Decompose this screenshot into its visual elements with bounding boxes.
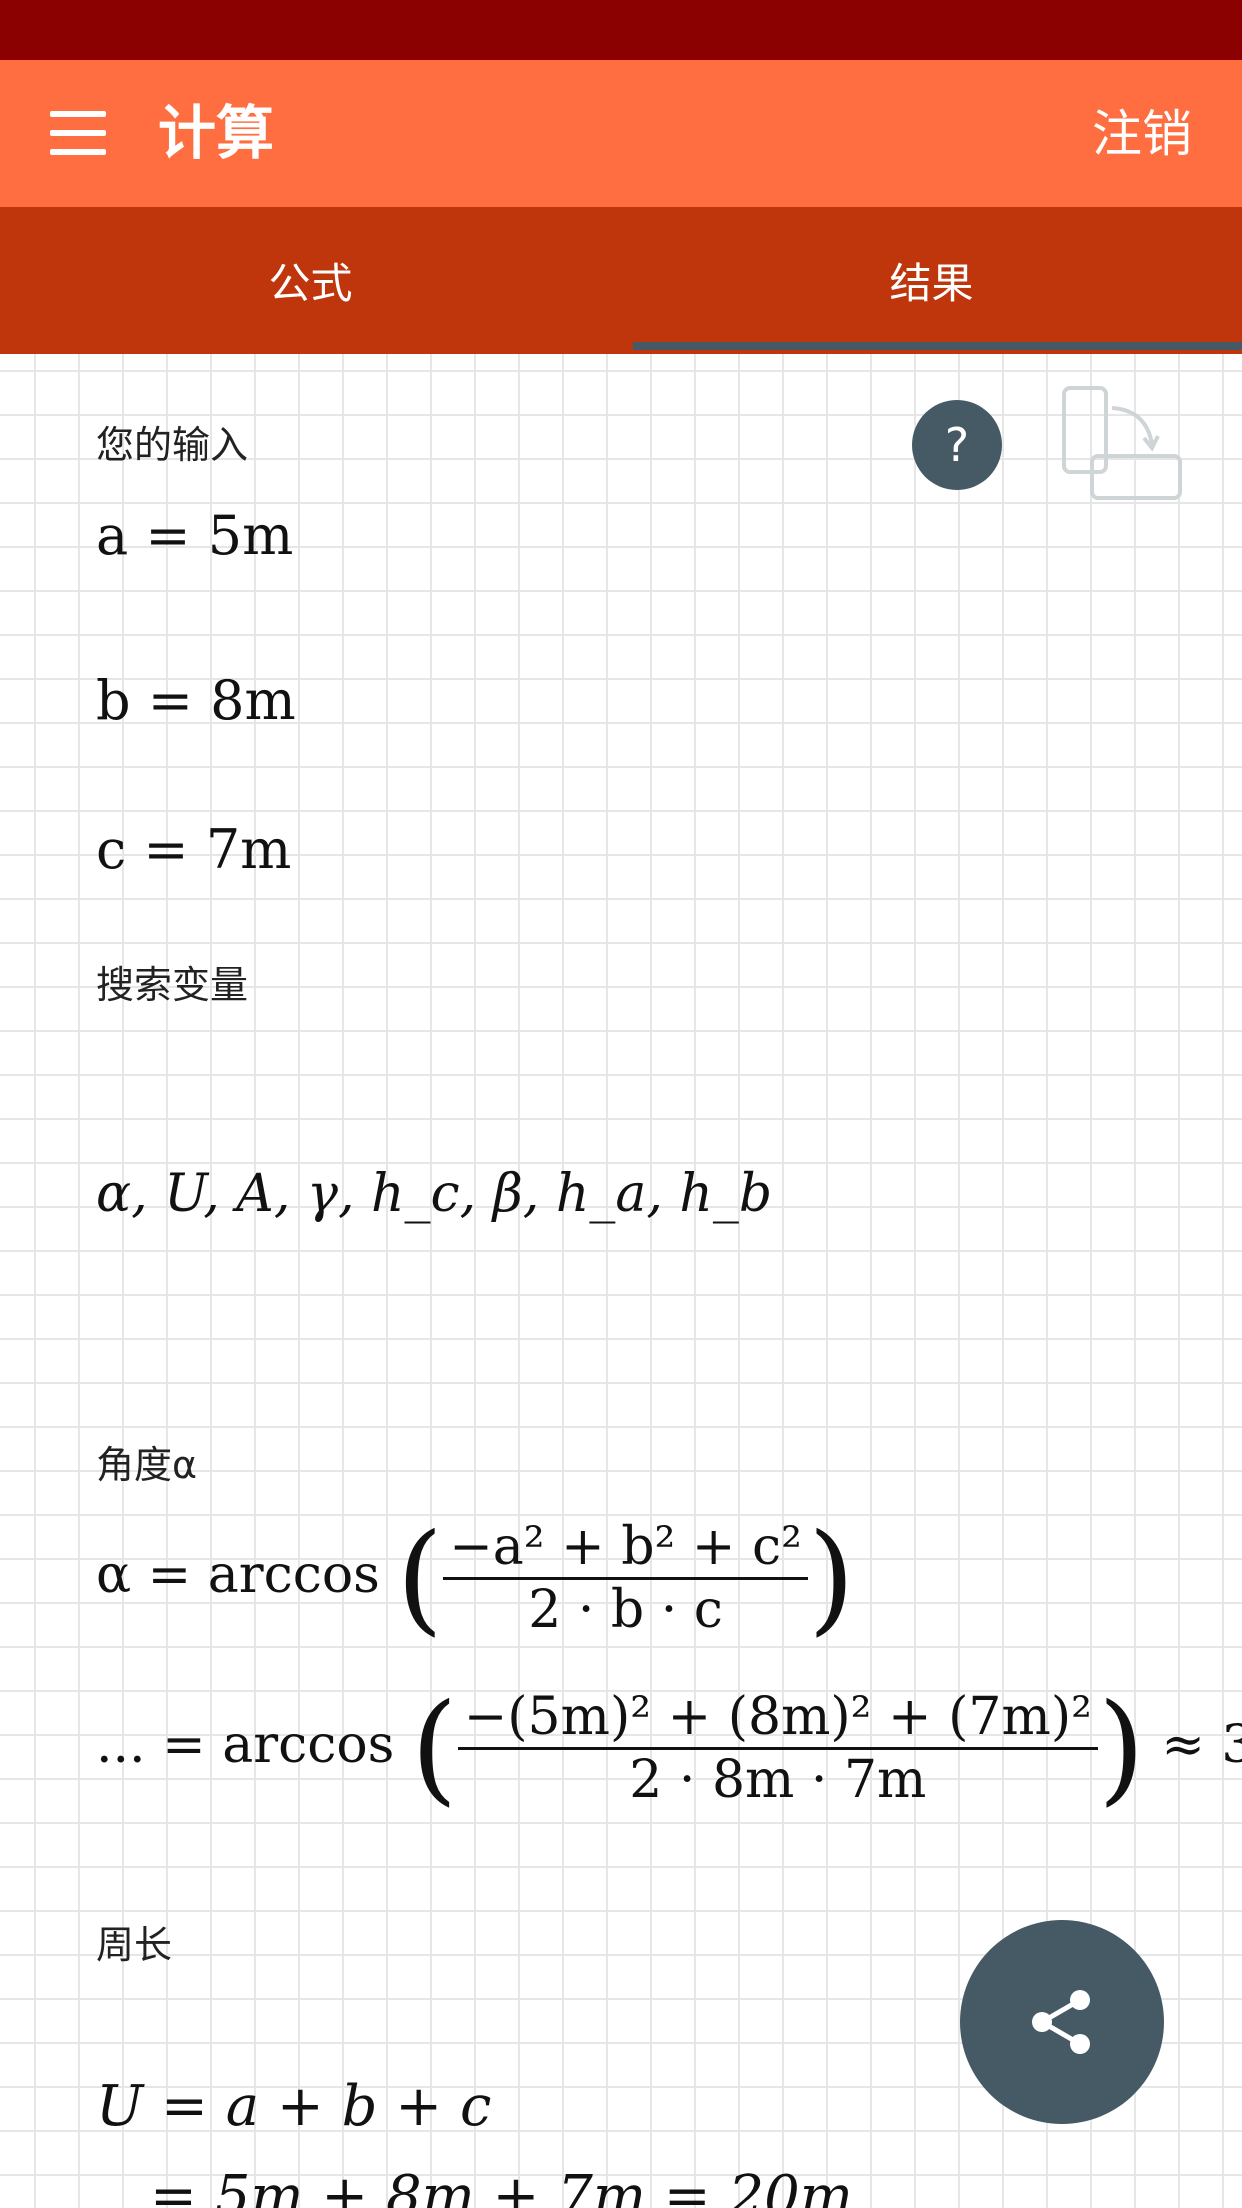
- perimeter-substitution: = 5m + 8m + 7m = 20m: [150, 2164, 853, 2208]
- share-button[interactable]: [960, 1920, 1164, 2124]
- alpha-substitution: ... = arccos ( −(5m)² + (8m)² + (7m)² 2 …: [96, 1679, 1242, 1818]
- input-a: a = 5m: [96, 504, 294, 567]
- tab-indicator: [633, 342, 1242, 350]
- alpha-substitution-denominator: 2 · 8m · 7m: [629, 1750, 927, 1810]
- tab-bar: 公式 结果: [0, 207, 1242, 354]
- perimeter-section-label: 周长: [96, 1923, 173, 1967]
- alpha-approx: ≈ 3: [1161, 1715, 1242, 1775]
- help-icon: ?: [944, 418, 970, 472]
- alpha-formula: α = arccos ( −a² + b² + c² 2 · b · c ): [96, 1509, 855, 1648]
- tab-result[interactable]: 结果: [621, 207, 1242, 354]
- status-bar: [0, 0, 1242, 60]
- input-section-label: 您的输入: [96, 423, 249, 467]
- help-button[interactable]: ?: [912, 400, 1002, 490]
- page-title: 计算: [158, 99, 275, 167]
- angle-section-label: 角度α: [96, 1443, 198, 1487]
- search-section-label: 搜索变量: [96, 963, 249, 1007]
- perimeter-formula: U = a + b + c: [96, 2074, 492, 2139]
- alpha-formula-numerator: −a² + b² + c²: [443, 1517, 808, 1580]
- share-icon: [1032, 1990, 1090, 2054]
- logout-button[interactable]: 注销: [1092, 104, 1192, 164]
- input-b: b = 8m: [96, 669, 296, 732]
- alpha-formula-prefix: α = arccos: [96, 1545, 380, 1605]
- search-variables: α, U, A, γ, h_c, β, h_a, h_b: [96, 1164, 773, 1224]
- alpha-substitution-numerator: −(5m)² + (8m)² + (7m)²: [457, 1687, 1098, 1750]
- alpha-substitution-prefix: ... = arccos: [96, 1715, 395, 1775]
- alpha-formula-denominator: 2 · b · c: [528, 1580, 723, 1640]
- input-c: c = 7m: [96, 818, 292, 881]
- menu-icon[interactable]: [50, 111, 106, 155]
- rotate-screen-icon[interactable]: [1060, 384, 1186, 504]
- tab-formula[interactable]: 公式: [0, 207, 621, 354]
